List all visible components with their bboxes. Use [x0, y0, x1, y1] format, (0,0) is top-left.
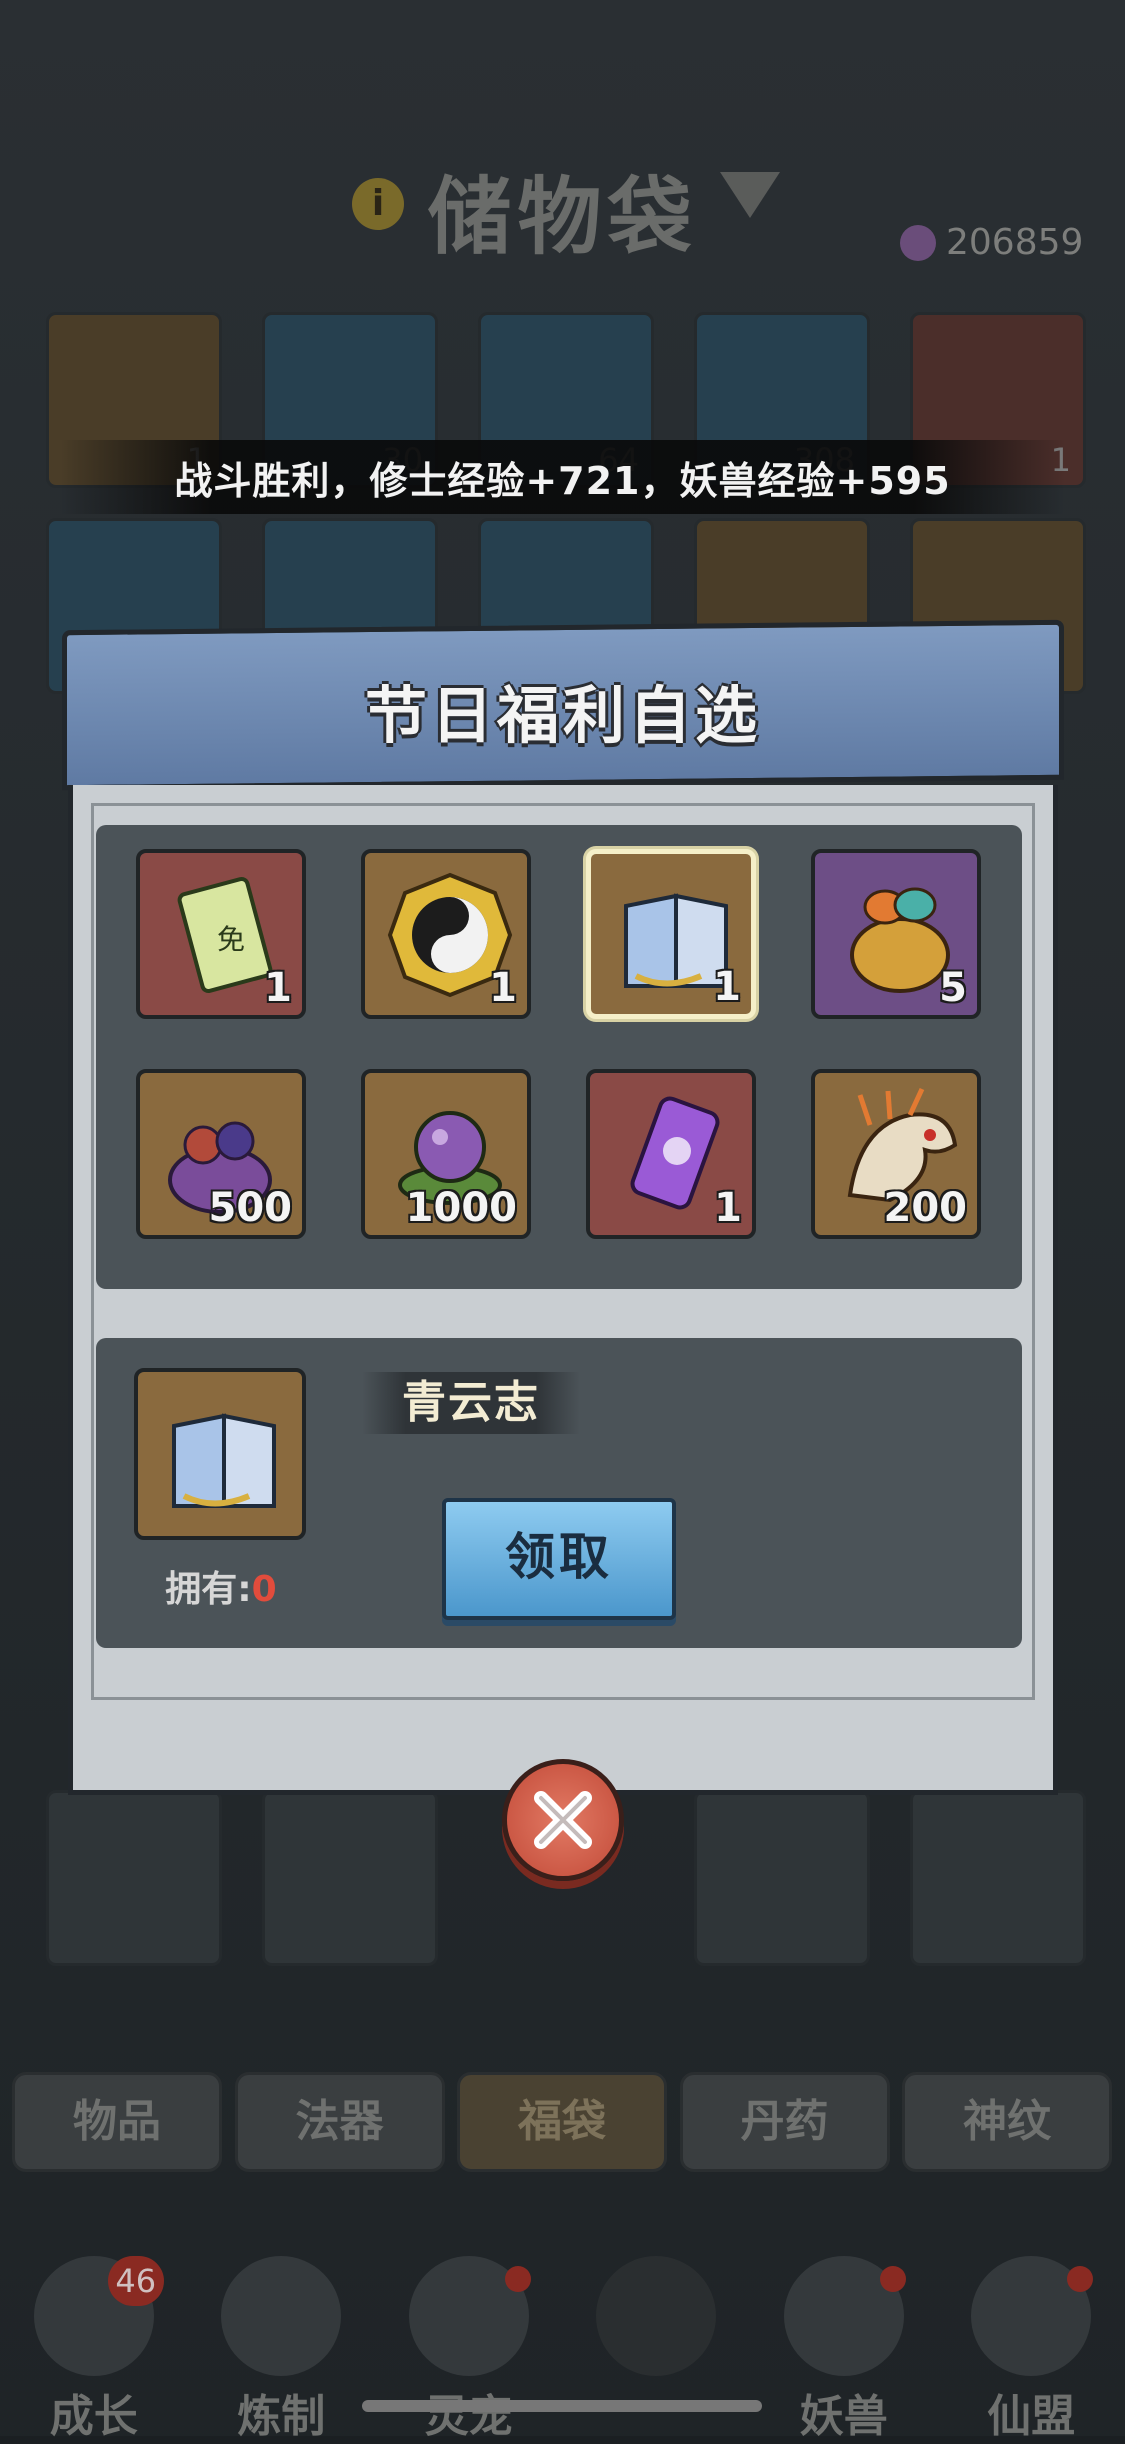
reward-item[interactable]: 1 — [586, 849, 756, 1019]
item-quantity: 1 — [714, 1185, 742, 1231]
notification-dot — [1067, 2266, 1094, 2292]
nav-immortal-alliance[interactable]: 仙盟 — [951, 2256, 1111, 2442]
owned-value: 0 — [251, 1569, 277, 1610]
battle-result-toast: 战斗胜利，修士经验+721，妖兽经验+595 — [60, 440, 1065, 514]
close-icon — [534, 1791, 592, 1849]
home-indicator — [362, 2400, 762, 2412]
reward-item[interactable]: 200 — [811, 1069, 981, 1239]
item-quantity: 500 — [208, 1185, 293, 1231]
item-detail-panel: 拥有:0 青云志 领取 — [96, 1338, 1022, 1648]
reward-item[interactable]: 1000 — [361, 1069, 531, 1239]
nav-label: 炼制 — [237, 2391, 326, 2442]
filter-icon[interactable] — [720, 172, 780, 218]
bag-slot — [910, 1790, 1086, 1966]
tab-runes[interactable]: 神纹 — [902, 2072, 1112, 2172]
item-quantity: 1 — [264, 965, 292, 1011]
reward-item[interactable]: 500 — [136, 1069, 306, 1239]
reward-item[interactable]: 1 — [361, 849, 531, 1019]
selected-item-icon — [134, 1368, 306, 1540]
close-icon — [596, 2256, 717, 2376]
nav-demon-beast[interactable]: 妖兽 — [764, 2256, 924, 2442]
tab-artifacts[interactable]: 法器 — [234, 2072, 445, 2172]
item-name: 青云志 — [362, 1372, 580, 1434]
owned-count: 拥有:0 — [136, 1560, 306, 1612]
currency-display: 206859 — [900, 222, 1083, 263]
item-quantity: 1 — [713, 964, 741, 1010]
nav-label: 妖兽 — [799, 2391, 888, 2442]
claim-button[interactable]: 领取 — [442, 1498, 676, 1620]
nav-growth[interactable]: 46 成长 — [14, 2256, 174, 2442]
svg-text:免: 免 — [217, 923, 245, 956]
nav-label: 成长 — [49, 2391, 138, 2442]
nav-forge[interactable]: 炼制 — [201, 2256, 361, 2442]
book-icon — [172, 1413, 276, 1508]
item-quantity: 5 — [939, 965, 967, 1011]
notification-badge: 46 — [107, 2256, 164, 2306]
tab-pills[interactable]: 丹药 — [679, 2072, 890, 2172]
tab-lucky-bags[interactable]: 福袋 — [457, 2072, 667, 2172]
currency-value: 206859 — [946, 222, 1084, 263]
owned-label: 拥有: — [165, 1569, 252, 1610]
reward-grid[interactable]: 免 1 1 1 5 500 1000 1 200 — [96, 825, 1022, 1289]
reward-item[interactable]: 1 — [586, 1069, 756, 1239]
item-quantity: 1 — [489, 965, 517, 1011]
tab-items[interactable]: 物品 — [12, 2072, 222, 2172]
notification-dot — [879, 2266, 906, 2292]
bag-slot — [694, 1790, 870, 1966]
reward-item[interactable]: 免 1 — [136, 849, 306, 1019]
bag-slot — [46, 1790, 222, 1966]
dialog-title: 节日福利自选 — [364, 679, 761, 752]
festival-reward-dialog: 节日福利自选 免 1 1 1 5 500 1000 1 200 拥有:0 青云志… — [62, 619, 1064, 1881]
category-tabs: 物品 法器 福袋 丹药 神纹 — [12, 2072, 1112, 2172]
notification-dot — [504, 2266, 531, 2292]
nav-label: 仙盟 — [987, 2391, 1076, 2442]
item-quantity: 200 — [883, 1185, 968, 1231]
close-button[interactable] — [502, 1759, 624, 1881]
item-quantity: 1000 — [405, 1185, 517, 1231]
spirit-stone-icon — [900, 224, 936, 261]
forge-icon — [221, 2256, 342, 2376]
bag-slot — [262, 1790, 438, 1966]
nav-label: 灵宠 — [424, 2391, 513, 2442]
reward-item[interactable]: 5 — [811, 849, 981, 1019]
